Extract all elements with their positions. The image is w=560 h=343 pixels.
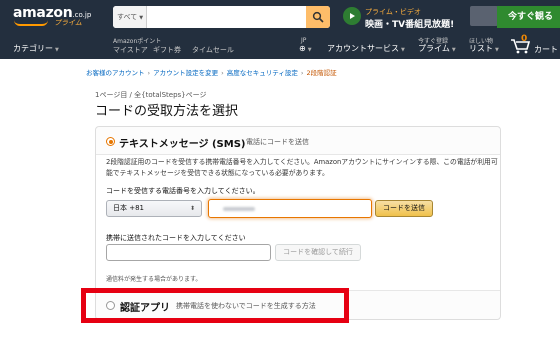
account-services-menu[interactable]: アカウントサービス ▼ <box>327 43 405 54</box>
code-entry-label: 携帯に送信されたコードを入力してください <box>106 234 246 242</box>
chevron-down-icon: ▼ <box>139 15 144 21</box>
sms-option-title: テキストメッセージ (SMS) <box>119 139 246 150</box>
phone-number-label: コードを受信する電話番号を入力してください。 <box>106 187 260 195</box>
sms-fee-note: 通信料が発生する場合があります。 <box>106 276 202 283</box>
categories-menu[interactable]: カテゴリー ▼ <box>13 43 59 54</box>
updown-arrow-icon: ⬍ <box>189 205 195 212</box>
chevron-down-icon: ▼ <box>307 47 312 53</box>
phone-number-field[interactable] <box>208 199 372 218</box>
verify-code-button[interactable]: コードを確認して続行 <box>275 244 361 261</box>
sms-option-header[interactable]: テキストメッセージ (SMS) 電話にコードを送信 <box>96 127 500 155</box>
points-label: Amazonポイント <box>113 38 162 45</box>
breadcrumb: お客様のアカウント › アカウント設定を変更 › 高度なセキュリティ設定 › 2段階認証 <box>86 67 337 77</box>
verification-code-field[interactable] <box>106 244 271 261</box>
step-indicator: 1ページ目 / 全{totalSteps}ページ <box>95 91 207 99</box>
chevron-down-icon: ▼ <box>401 47 405 53</box>
wishlist-label: リスト <box>469 44 493 53</box>
timesale-link[interactable]: タイムセール <box>192 45 234 55</box>
breadcrumb-link-account[interactable]: お客様のアカウント <box>86 69 145 77</box>
search-icon <box>312 11 324 23</box>
language-label: JP <box>301 37 307 44</box>
cart-label[interactable]: カート <box>534 44 558 55</box>
search-input[interactable] <box>148 6 298 28</box>
prime-menu[interactable]: プライム ▼ <box>418 43 456 54</box>
prime-video-promo[interactable]: プライム・ビデオ 映画・TV番組見放題! <box>343 5 465 31</box>
search-bar: すべて ▼ <box>113 6 330 28</box>
globe-icon: ⊕ <box>299 44 306 53</box>
search-button[interactable] <box>306 6 330 28</box>
chevron-down-icon: ▼ <box>55 47 59 53</box>
breadcrumb-link-settings[interactable]: アカウント設定を変更 <box>153 69 218 77</box>
country-code-value: 日本 +81 <box>113 204 144 212</box>
search-category-select[interactable]: すべて ▼ <box>113 6 147 28</box>
breadcrumb-separator-icon: › <box>221 69 224 77</box>
promo-title: プライム・ビデオ <box>365 8 421 16</box>
watch-now-button[interactable]: 今すぐ観る <box>497 6 560 28</box>
logo-prime-label: プライム <box>54 19 82 27</box>
promo-image <box>470 6 498 26</box>
breadcrumb-separator-icon: › <box>300 69 304 77</box>
chevron-down-icon: ▼ <box>495 47 499 53</box>
promo-subtitle: 映画・TV番組見放題! <box>365 20 455 30</box>
breadcrumb-link-security[interactable]: 高度なセキュリティ設定 <box>227 69 298 77</box>
breadcrumb-separator-icon: › <box>147 69 151 77</box>
red-highlight-box <box>81 288 349 323</box>
play-icon <box>343 7 361 25</box>
sms-radio[interactable] <box>106 137 115 146</box>
send-code-button[interactable]: コードを送信 <box>375 200 433 217</box>
language-selector[interactable]: ⊕ ▼ <box>299 44 312 53</box>
categories-label: カテゴリー <box>13 44 53 53</box>
sms-description: 2段階認証用のコードを受信する携帯電話番号を入力してください。Amazonアカウ… <box>106 158 498 177</box>
cart-count: 0 <box>521 34 528 44</box>
chevron-down-icon: ▼ <box>451 47 456 53</box>
prime-label: プライム <box>418 44 450 53</box>
country-code-select[interactable]: 日本 +81 ⬍ <box>106 200 202 217</box>
sms-option-note: 電話にコードを送信 <box>246 138 309 146</box>
wishlist-menu[interactable]: リスト ▼ <box>469 43 499 54</box>
my-store-link[interactable]: マイストア <box>113 45 148 55</box>
gift-cards-link[interactable]: ギフト券 <box>153 45 181 55</box>
breadcrumb-current: 2段階認証 <box>306 69 337 77</box>
search-category-label: すべて <box>117 13 138 21</box>
redacted-phone-number <box>223 207 255 211</box>
logo-smile-icon <box>14 20 48 26</box>
page-title: コードの受取方法を選択 <box>95 104 239 119</box>
account-services-label: アカウントサービス <box>327 44 399 53</box>
